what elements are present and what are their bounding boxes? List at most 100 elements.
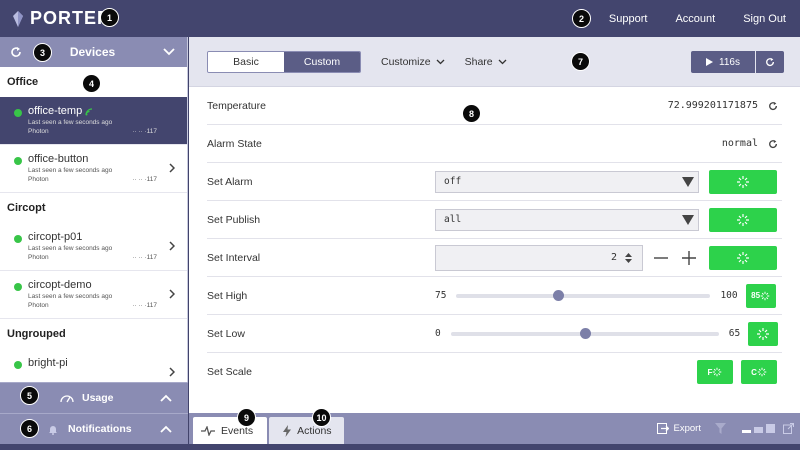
decrement-button[interactable] [651, 248, 671, 268]
callout-badge-7: 7 [571, 52, 590, 71]
callout-badge-8: 8 [462, 104, 481, 123]
device-item-office-temp[interactable]: office-temp Last seen a few seconds ago … [0, 97, 187, 145]
set-low-slider[interactable]: 0 65 [435, 327, 740, 339]
usage-label: Usage [82, 392, 114, 404]
scale-f-button[interactable]: F [697, 360, 733, 384]
device-item-office-button[interactable]: office-button Last seen a few seconds ag… [0, 145, 187, 193]
device-type: Photon [28, 254, 49, 261]
slider-thumb[interactable] [553, 289, 565, 301]
porter-logo-icon [13, 10, 23, 27]
panel-maximize-icon[interactable] [766, 424, 775, 433]
selected-value: all [444, 214, 462, 225]
interval-number-input[interactable]: 2 [435, 244, 643, 271]
tab-actions[interactable]: Actions [269, 417, 344, 444]
panel-half-icon[interactable] [754, 424, 763, 433]
refresh-icon[interactable] [768, 101, 778, 111]
popout-icon[interactable] [783, 423, 794, 434]
function-row-set-alarm: Set Alarm off [207, 163, 782, 201]
variable-row-alarm-state: Alarm State normal [207, 125, 782, 163]
timer-value: 116s [719, 56, 740, 68]
variable-row-temperature: Temperature 72.999201171875 [207, 87, 782, 125]
refresh-icon[interactable] [768, 139, 778, 149]
plus-icon [682, 250, 696, 265]
call-function-button[interactable] [709, 169, 777, 194]
top-nav: Support Account Sign Out [581, 13, 786, 25]
slider-track[interactable] [450, 327, 719, 339]
bell-icon [49, 425, 57, 435]
filter-icon[interactable] [715, 423, 726, 434]
sparkle-icon [737, 213, 749, 226]
device-name: office-button [28, 153, 89, 165]
chevron-right-icon [169, 289, 175, 299]
online-status-icon [14, 235, 22, 243]
top-bar: PORTER Support Account Sign Out [0, 0, 800, 37]
sparkle-icon [760, 291, 770, 300]
account-link[interactable]: Account [675, 13, 715, 25]
online-status-icon [14, 283, 22, 291]
export-button[interactable]: Export [656, 423, 701, 434]
chevron-down-icon [436, 59, 445, 64]
call-function-button[interactable]: 85 [745, 283, 776, 308]
last-seen: Last seen a few seconds ago [28, 167, 113, 174]
tab-events[interactable]: Events [193, 417, 268, 444]
call-function-button[interactable] [748, 321, 779, 346]
function-row-set-high: Set High 75 100 85 [207, 277, 782, 315]
row-label: Set High [207, 289, 248, 302]
online-status-icon [14, 109, 22, 117]
scale-c-button[interactable]: C [741, 360, 777, 384]
actions-label: Actions [297, 424, 332, 437]
sparkle-icon [757, 367, 767, 377]
call-function-button[interactable] [709, 207, 777, 232]
app-logo[interactable]: PORTER [12, 8, 111, 29]
pulse-icon [201, 425, 215, 436]
customize-dropdown[interactable]: Customize [381, 56, 445, 68]
chevron-down-icon[interactable] [163, 48, 175, 56]
sparkle-icon [737, 251, 749, 264]
auto-refresh-timer-button[interactable]: 116s [691, 51, 755, 73]
device-item-circopt-demo[interactable]: circopt-demo Last seen a few seconds ago… [0, 271, 187, 319]
device-item-circopt-p01[interactable]: circopt-p01 Last seen a few seconds ago … [0, 223, 187, 271]
sign-out-link[interactable]: Sign Out [743, 13, 786, 25]
refresh-icon[interactable] [10, 46, 22, 58]
row-label: Set Interval [207, 251, 261, 264]
callout-badge-4: 4 [82, 74, 101, 93]
chevron-up-icon[interactable] [160, 425, 172, 433]
group-label-ungrouped: Ungrouped [7, 328, 66, 340]
row-label: Set Scale [207, 366, 252, 378]
row-label: Set Low [207, 327, 245, 340]
set-high-slider[interactable]: 75 100 [435, 289, 738, 301]
device-name: office-temp [28, 105, 83, 117]
panel-minimize-icon[interactable] [742, 424, 751, 433]
share-label: Share [464, 55, 493, 68]
view-mode-toggle: Basic Custom [207, 50, 361, 73]
slider-track[interactable] [456, 289, 711, 301]
device-ip: ·· ·· ·117 [132, 302, 157, 309]
function-row-set-low: Set Low 0 65 [207, 315, 782, 353]
log-controls: Export [656, 413, 794, 444]
set-high-button-label: 85 [751, 291, 761, 300]
refresh-all-button[interactable] [756, 51, 784, 73]
tab-basic[interactable]: Basic [208, 51, 284, 72]
set-publish-select[interactable]: all [435, 208, 699, 231]
last-seen: Last seen a few seconds ago [28, 293, 113, 300]
slider-min: 75 [435, 290, 447, 301]
device-ip: ·· ·· ·117 [132, 176, 157, 183]
device-name: circopt-p01 [28, 231, 83, 243]
chevron-up-icon[interactable] [160, 394, 172, 402]
increment-button[interactable] [679, 248, 699, 268]
tab-custom[interactable]: Custom [284, 51, 360, 72]
set-alarm-select[interactable]: off [435, 170, 699, 193]
device-ip: ·· ·· ·117 [132, 254, 157, 261]
slider-thumb[interactable] [579, 327, 591, 339]
customize-label: Customize [381, 55, 431, 68]
spinner-arrows-icon[interactable] [625, 252, 632, 263]
call-function-button[interactable] [709, 245, 777, 270]
function-row-set-interval: Set Interval 2 [207, 239, 782, 277]
support-link[interactable]: Support [609, 13, 648, 25]
group-label-circopt: Circopt [7, 202, 46, 214]
minus-icon [654, 256, 668, 259]
share-dropdown[interactable]: Share [465, 56, 507, 68]
signal-icon [85, 107, 93, 115]
chevron-right-icon [169, 367, 175, 377]
device-type: Photon [28, 128, 49, 135]
